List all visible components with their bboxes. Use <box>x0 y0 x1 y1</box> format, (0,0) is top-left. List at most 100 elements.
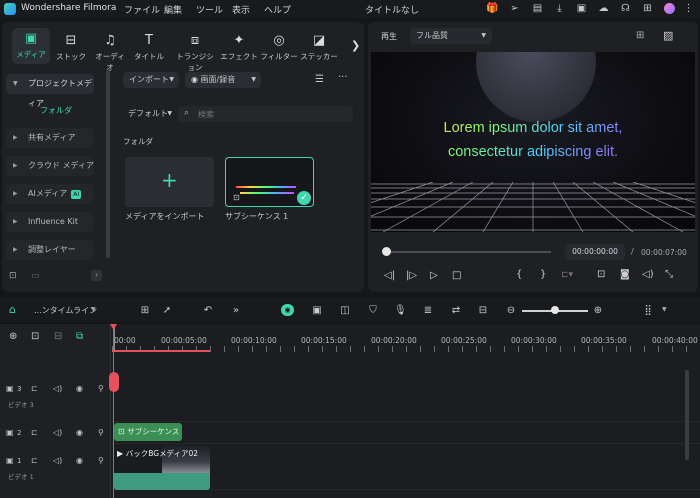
layout-icon[interactable]: ⊞ <box>139 305 151 317</box>
eye-icon[interactable]: ◉ <box>76 428 83 437</box>
filter-list-icon[interactable]: ☰ <box>315 74 324 85</box>
news-icon[interactable]: ▤ <box>531 2 544 15</box>
sidebar-item-shared-media[interactable]: ▶ 共有メディア <box>6 128 94 148</box>
insert-icon[interactable]: ⊏▾ <box>561 270 573 280</box>
detach-icon[interactable]: ⊟ <box>54 331 62 342</box>
playback-progress[interactable] <box>386 251 551 253</box>
current-time-box[interactable]: 00:00:00:00 <box>565 244 625 260</box>
snapshot-icon[interactable]: ◙ <box>620 269 630 280</box>
zoom-slider-handle[interactable] <box>551 306 559 314</box>
sidebar-item-cloud-media[interactable]: ▶ クラウド メディア <box>6 156 94 176</box>
chevron-right-icon[interactable]: ❯ <box>351 39 360 52</box>
menu-tools[interactable]: ツール <box>196 3 223 16</box>
menu-edit[interactable]: 編集 <box>164 3 182 16</box>
chevron-down-icon[interactable]: ▼ <box>91 306 96 313</box>
new-folder-icon[interactable]: ⊡ <box>9 271 17 281</box>
cloud-icon[interactable]: ☁ <box>597 2 610 15</box>
select-tool-icon[interactable]: ➚ <box>161 305 173 317</box>
subsequence-tile[interactable]: ⊡ ✓ <box>225 157 314 207</box>
tab-media[interactable]: ▣ メディア <box>13 32 49 60</box>
menu-file[interactable]: ファイル <box>124 3 160 16</box>
menu-help[interactable]: ヘルプ <box>264 3 291 16</box>
timeline-scrollbar[interactable] <box>685 370 689 460</box>
tab-titles[interactable]: T タイトル <box>131 34 167 62</box>
home-icon[interactable]: ⌂ <box>9 303 16 316</box>
search-input[interactable] <box>198 108 348 120</box>
download-icon[interactable]: ⤓ <box>553 2 566 15</box>
eye-icon[interactable]: ◉ <box>76 456 83 465</box>
lock-icon[interactable]: ⚲ <box>98 428 104 437</box>
folder-icon[interactable]: ⊏ <box>31 384 38 393</box>
clip-background[interactable]: ▶ バックBGメディア02 <box>114 445 210 490</box>
grid-icon[interactable]: ⊞ <box>641 2 654 15</box>
grid-layout-icon[interactable]: ⣿ <box>642 305 654 317</box>
redo-icon[interactable]: » <box>230 305 242 317</box>
sidebar-scrollbar[interactable] <box>106 70 110 258</box>
sidebar-item-adjustment-layer[interactable]: ▶ 調整レイヤー <box>6 240 94 260</box>
search-box[interactable]: ⌕ <box>178 106 353 122</box>
keyframe-icon[interactable]: ◫ <box>339 305 351 317</box>
save-icon[interactable]: ▣ <box>575 2 588 15</box>
add-track-icon[interactable]: ⊕ <box>9 331 17 342</box>
audio-edit-icon[interactable]: ≣ <box>422 305 434 317</box>
lock-icon[interactable]: ⚲ <box>98 456 104 465</box>
sidebar-item-influence-kit[interactable]: ▶ Influence Kit <box>6 212 94 232</box>
collapse-sidebar-icon[interactable]: ‹ <box>91 270 102 281</box>
link-track-icon[interactable]: ⊡ <box>31 331 39 342</box>
zoom-out-icon[interactable]: ⊖ <box>505 305 517 317</box>
gift-icon[interactable]: 🎁 <box>486 2 499 15</box>
lock-icon[interactable]: ⚲ <box>98 384 104 393</box>
speaker-icon[interactable]: ◁) <box>53 456 62 465</box>
tab-effects[interactable]: ✦ エフェクト <box>220 34 258 62</box>
ai-tool-icon[interactable]: ◉ <box>281 304 294 316</box>
magnet-icon[interactable]: ⧉ <box>76 331 83 342</box>
avatar[interactable] <box>664 3 675 14</box>
more-options-icon[interactable]: ··· <box>338 72 348 83</box>
more-icon[interactable]: ⋮ <box>682 2 695 15</box>
progress-handle[interactable] <box>382 247 391 256</box>
folder-icon[interactable]: ⊏ <box>31 456 38 465</box>
mark-out-icon[interactable]: } <box>540 269 546 280</box>
tab-transitions[interactable]: ⧈ トランジション <box>173 34 217 73</box>
quality-dropdown[interactable]: フル品質 ▼ <box>410 28 492 44</box>
image-icon[interactable]: ▨ <box>663 29 673 42</box>
speaker-icon[interactable]: ◁) <box>53 428 62 437</box>
import-media-tile[interactable]: + <box>125 157 214 207</box>
step-forward-icon[interactable]: |▷ <box>406 270 417 281</box>
record-dropdown[interactable]: ◉ 画面/録音 ▼ <box>185 72 261 88</box>
volume-icon[interactable]: ◁) <box>642 269 654 280</box>
send-icon[interactable]: ➢ <box>508 2 521 15</box>
folder-icon[interactable]: ▭ <box>31 271 40 281</box>
prev-frame-icon[interactable]: ◁| <box>384 270 395 281</box>
mark-in-icon[interactable]: { <box>516 269 522 280</box>
eye-icon[interactable]: ◉ <box>76 384 83 393</box>
sidebar-item-project-media[interactable]: ▼ プロジェクトメディア <box>6 74 94 108</box>
speaker-icon[interactable]: ◁) <box>53 384 62 393</box>
tab-stock[interactable]: ⊟ ストック <box>53 34 89 62</box>
time-ruler[interactable]: 00:00 00:00:05:00 00:00:10:00 00:00:15:0… <box>112 324 700 352</box>
tab-stickers[interactable]: ◪ ステッカー <box>299 34 339 62</box>
sidebar-folder[interactable]: フォルダ <box>40 105 72 116</box>
split-icon[interactable]: ⊟ <box>477 305 489 317</box>
stop-icon[interactable]: □ <box>452 270 461 281</box>
sidebar-item-ai-media[interactable]: ▶ AIメディア AI <box>6 184 94 204</box>
headset-icon[interactable]: ☊ <box>619 2 632 15</box>
import-dropdown[interactable]: インポート ▼ <box>123 72 179 88</box>
replace-icon[interactable]: ⇄ <box>450 305 462 317</box>
tab-filters[interactable]: ◎ フィルター <box>259 34 299 62</box>
zoom-in-icon[interactable]: ⊕ <box>592 305 604 317</box>
play-icon[interactable]: ▷ <box>430 270 438 281</box>
timeline-name[interactable]: ...ンタイムライン <box>34 305 97 316</box>
sort-dropdown[interactable]: デフォルト ▼ <box>123 106 176 122</box>
folder-icon[interactable]: ⊏ <box>31 428 38 437</box>
shield-icon[interactable]: ⛉ <box>367 305 379 317</box>
monitor-icon[interactable]: ⊡ <box>597 269 605 280</box>
camera-record-icon[interactable]: ▣ <box>311 305 323 317</box>
playhead-handle[interactable] <box>109 372 119 392</box>
tab-audio[interactable]: ♫ オーディオ <box>92 34 128 73</box>
fullscreen-icon[interactable]: ⤡ <box>665 269 673 280</box>
undo-icon[interactable]: ↶ <box>202 305 214 317</box>
microphone-icon[interactable]: 🎙 <box>394 305 407 317</box>
grid-view-icon[interactable]: ⊞ <box>636 30 644 41</box>
menu-view[interactable]: 表示 <box>232 3 250 16</box>
